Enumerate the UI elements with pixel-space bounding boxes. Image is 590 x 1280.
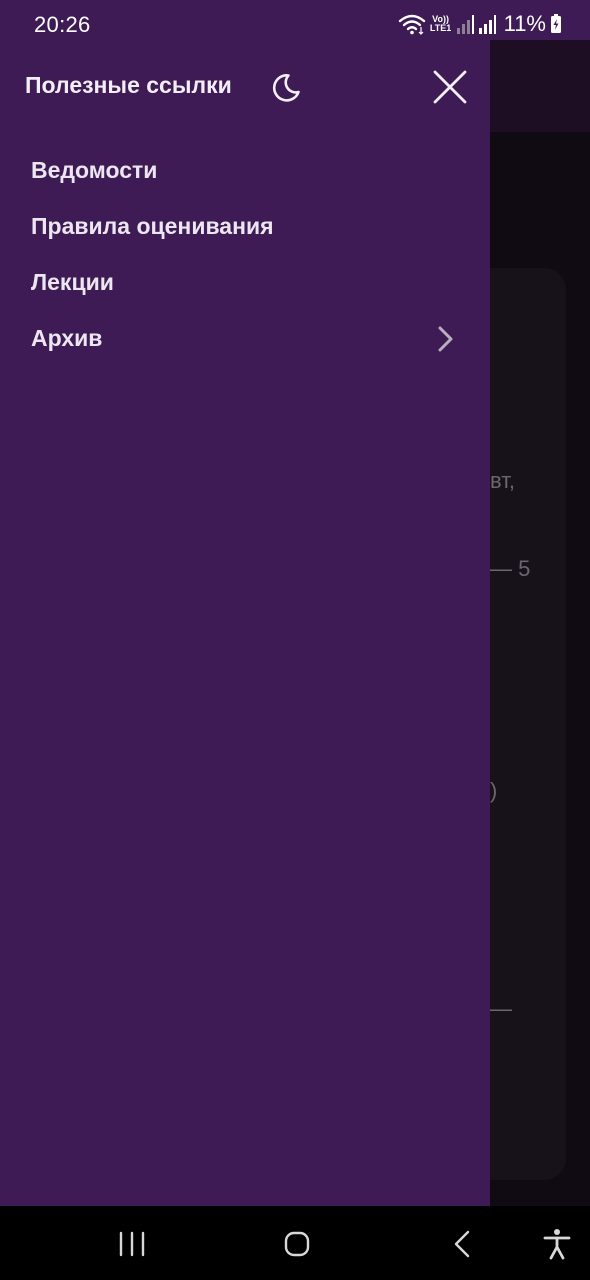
- menu-item-label: Лекции: [31, 268, 114, 295]
- theme-toggle-button[interactable]: [268, 70, 304, 106]
- signal-bars-icon: [456, 14, 474, 34]
- close-icon: [430, 70, 470, 111]
- back-button[interactable]: [443, 1224, 483, 1264]
- screen: вт, — 5 ) — 20:26 Vo)) LTE1 11% Полезные…: [0, 0, 590, 1280]
- back-icon: [443, 1230, 483, 1268]
- drawer-title: Полезные ссылки: [25, 72, 232, 98]
- menu-item-vedomosti[interactable]: Ведомости: [0, 142, 490, 198]
- lte-label: LTE1: [429, 23, 452, 33]
- accessibility-button[interactable]: [537, 1224, 577, 1264]
- moon-icon: [268, 74, 304, 110]
- system-nav-bar: [0, 1206, 590, 1280]
- chevron-right-icon: [432, 326, 458, 352]
- recent-apps-button[interactable]: [112, 1224, 152, 1264]
- battery-percent: 11%: [503, 11, 546, 36]
- battery-charging-icon: [550, 14, 562, 34]
- navigation-drawer: Полезные ссылки Ведомости Правила оценив…: [0, 40, 490, 1206]
- background-text-fragment: —: [490, 996, 512, 1021]
- wifi-icon: [398, 13, 426, 35]
- menu-item-label: Правила оценивания: [31, 212, 274, 239]
- accessibility-icon: [537, 1229, 577, 1268]
- signal-bars-icon: [478, 14, 496, 34]
- background-text-fragment: ): [490, 778, 498, 803]
- recent-apps-icon: [112, 1231, 152, 1268]
- home-button[interactable]: [277, 1224, 317, 1264]
- background-text-fragment: вт,: [490, 468, 515, 493]
- menu-item-label: Ведомости: [31, 156, 158, 183]
- menu-item-archive[interactable]: Архив: [0, 310, 490, 366]
- close-drawer-button[interactable]: [430, 67, 470, 107]
- menu-item-grading-rules[interactable]: Правила оценивания: [0, 198, 490, 254]
- menu-item-label: Архив: [31, 324, 103, 351]
- menu-item-lectures[interactable]: Лекции: [0, 254, 490, 310]
- drawer-menu-list: Ведомости Правила оценивания Лекции Архи…: [0, 142, 490, 366]
- status-time: 20:26: [34, 12, 91, 37]
- status-icons: Vo)) LTE1 11%: [398, 11, 562, 37]
- volte-lte-icon: Vo)) LTE1: [430, 15, 452, 33]
- home-icon: [277, 1231, 317, 1268]
- status-bar: 20:26 Vo)) LTE1 11%: [0, 0, 590, 40]
- background-text-fragment: — 5: [490, 556, 531, 581]
